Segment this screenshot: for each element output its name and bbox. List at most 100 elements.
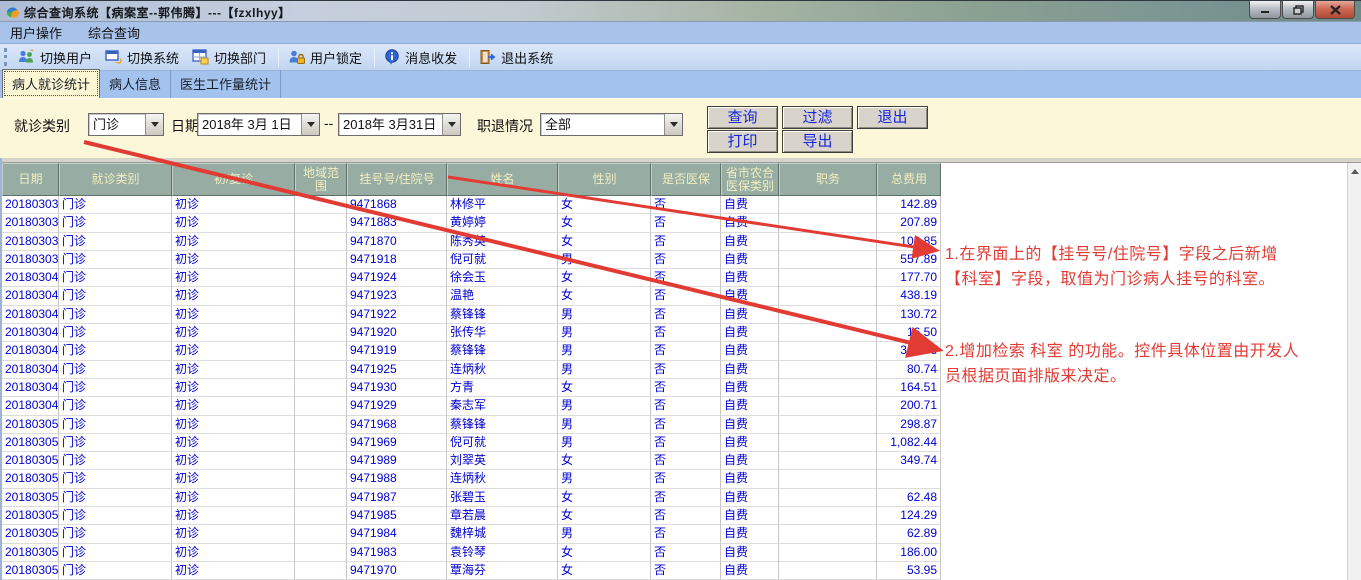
table-cell [295, 561, 347, 580]
table-cell [295, 525, 347, 544]
table-cell [779, 342, 877, 361]
table-header-cell[interactable]: 日期 [2, 163, 59, 196]
table-cell [295, 269, 347, 288]
table-row[interactable]: 20180305 门诊 初诊 9471983 袁铃琴女否自费 186.00 [2, 543, 941, 562]
table-cell: 自费 [721, 433, 779, 453]
table-cell [779, 269, 877, 288]
table-header-cell[interactable]: 性别 [558, 163, 651, 196]
table-cell [295, 433, 347, 453]
table-cell: 初诊 [172, 488, 295, 508]
table-cell: 女 [558, 488, 651, 508]
table-header-cell[interactable]: 省市农合医保类别 [721, 163, 779, 196]
table-cell: 初诊 [172, 415, 295, 434]
table-row[interactable]: 20180304 门诊 初诊 9471930 方青女否自费 164.51 [2, 378, 941, 398]
table-cell: 蔡锋锋 [447, 342, 558, 361]
table-row[interactable]: 20180305 门诊 初诊 9471987 张碧玉女否自费 62.48 [2, 488, 941, 508]
table-cell: 男 [558, 415, 651, 434]
table-header-cell[interactable]: 总费用 [877, 163, 941, 196]
table-cell: 9471970 [347, 561, 447, 580]
table-cell: 否 [651, 397, 721, 416]
table-row[interactable]: 20180305 门诊 初诊 9471970 覃海芬女否自费 53.95 [2, 561, 941, 580]
filter-button[interactable]: 过滤 [782, 106, 853, 129]
chevron-down-icon[interactable] [664, 114, 682, 135]
print-button[interactable]: 打印 [707, 130, 778, 153]
close-button[interactable] [1315, 1, 1355, 19]
visit-type-select[interactable]: 门诊 [88, 113, 164, 136]
chevron-down-icon[interactable] [301, 114, 319, 135]
table-cell: 方青 [447, 378, 558, 398]
tab-patient-visit-stats[interactable]: 病人就诊统计 [2, 69, 101, 98]
switch-system-button[interactable]: 切换系统 [100, 45, 187, 70]
table-cell [779, 543, 877, 562]
table-cell [295, 305, 347, 325]
table-row[interactable]: 20180305 门诊 初诊 9471984 魏梓城男否自费 62.89 [2, 525, 941, 544]
tab-doctor-workload-stats[interactable]: 医生工作量统计 [171, 70, 282, 98]
chevron-down-icon[interactable] [442, 114, 460, 135]
table-cell [295, 415, 347, 434]
table-cell: 初诊 [172, 232, 295, 251]
table-header-cell[interactable]: 就诊类别 [59, 163, 172, 196]
scroll-up-icon[interactable] [1349, 167, 1361, 179]
table-row[interactable]: 20180304 门诊 初诊 9471929 秦志军男否自费 200.71 [2, 397, 941, 416]
table-cell: 否 [651, 250, 721, 270]
table-header-cell[interactable]: 挂号号/住院号 [347, 163, 447, 196]
table-cell [295, 324, 347, 343]
table-row[interactable]: 20180303 门诊 初诊 9471870 陈秀英女否自费 108.85 [2, 232, 941, 251]
table-cell [295, 342, 347, 361]
date-to-picker[interactable]: 2018年 3月31日 [338, 113, 461, 136]
table-row[interactable]: 20180305 门诊 初诊 9471968 蔡锋锋男否自费 298.87 [2, 415, 941, 434]
table-row[interactable]: 20180304 门诊 初诊 9471923 温艳女否自费 438.19 [2, 287, 941, 306]
chevron-down-icon[interactable] [145, 114, 163, 135]
table-row[interactable]: 20180304 门诊 初诊 9471922 蔡锋锋男否自费 130.72 [2, 305, 941, 325]
switch-dept-button[interactable]: 切换部门 [187, 45, 274, 70]
table-cell: 自费 [721, 232, 779, 251]
user-lock-button[interactable]: 用户锁定 [283, 45, 370, 70]
restore-button[interactable] [1282, 1, 1314, 19]
table-row[interactable]: 20180305 门诊 初诊 9471988 连炳秋男否自费 [2, 470, 941, 489]
table-cell [779, 214, 877, 233]
switch-user-button[interactable]: 切换用户 [13, 45, 100, 70]
table-cell: 张碧玉 [447, 488, 558, 508]
date-from-picker[interactable]: 2018年 3月 1日 [197, 113, 320, 136]
exit-system-button[interactable]: 退出系统 [474, 45, 561, 70]
toolbar-grip[interactable] [4, 48, 7, 66]
table-cell: 自费 [721, 415, 779, 434]
table-row[interactable]: 20180304 门诊 初诊 9471925 连炳秋男否自费 80.74 [2, 360, 941, 379]
tab-patient-info[interactable]: 病人信息 [100, 70, 172, 98]
table-header-cell[interactable]: 初/复诊 [172, 163, 295, 196]
export-button[interactable]: 导出 [782, 130, 853, 153]
table-row[interactable]: 20180304 门诊 初诊 9471920 张传华男否自费 16.50 [2, 324, 941, 343]
table-row[interactable]: 20180305 门诊 初诊 9471985 章若晨女否自费 124.29 [2, 507, 941, 526]
table-cell [295, 488, 347, 508]
table-row[interactable]: 20180305 门诊 初诊 9471989 刘翠英女否自费 349.74 [2, 452, 941, 471]
minimize-button[interactable] [1249, 1, 1281, 19]
table-row[interactable]: 20180303 门诊 初诊 9471918 倪可就男否自费 557.89 [2, 250, 941, 270]
query-button[interactable]: 查询 [707, 106, 778, 129]
table-header-cell[interactable]: 是否医保 [651, 163, 721, 196]
toolbar-button-label: 切换系统 [127, 50, 180, 66]
table-cell: 男 [558, 360, 651, 379]
table-header-cell[interactable]: 姓名 [447, 163, 558, 196]
table-cell: 男 [558, 525, 651, 544]
table-cell: 9471870 [347, 232, 447, 251]
table-row[interactable]: 20180304 门诊 初诊 9471919 蔡锋锋男否自费 344.78 [2, 342, 941, 361]
switch-system-icon [105, 49, 123, 65]
table-cell: 门诊 [59, 342, 172, 361]
table-row[interactable]: 20180303 门诊 初诊 9471868 林修平女否自费 142.89 [2, 196, 941, 215]
table-header-cell[interactable]: 职务 [779, 163, 877, 196]
menu-item[interactable]: 用户操作 [8, 21, 72, 44]
table-header-cell[interactable]: 地域范围 [295, 163, 347, 196]
table-cell [295, 196, 347, 215]
visit-type-label: 就诊类别 [14, 118, 70, 134]
table-row[interactable]: 20180305 门诊 初诊 9471969 倪可就男否自费 1,082.44 [2, 433, 941, 453]
table-row[interactable]: 20180303 门诊 初诊 9471883 黄婷婷女否自费 207.89 [2, 214, 941, 233]
retire-status-select[interactable]: 全部 [540, 113, 683, 136]
table-row[interactable]: 20180304 门诊 初诊 9471924 徐会玉女否自费 177.70 [2, 269, 941, 288]
message-button[interactable]: 消息收发 [379, 45, 465, 70]
menu-item[interactable]: 综合查询 [86, 21, 150, 44]
table-cell: 初诊 [172, 287, 295, 306]
app-window: 综合查询系统【病案室--郭伟腾】---【fzxlhyy】 用户操作 综合查询 切换… [0, 0, 1361, 580]
exit-button[interactable]: 退出 [857, 106, 928, 129]
table-cell: 女 [558, 269, 651, 288]
table-cell: 自费 [721, 561, 779, 580]
